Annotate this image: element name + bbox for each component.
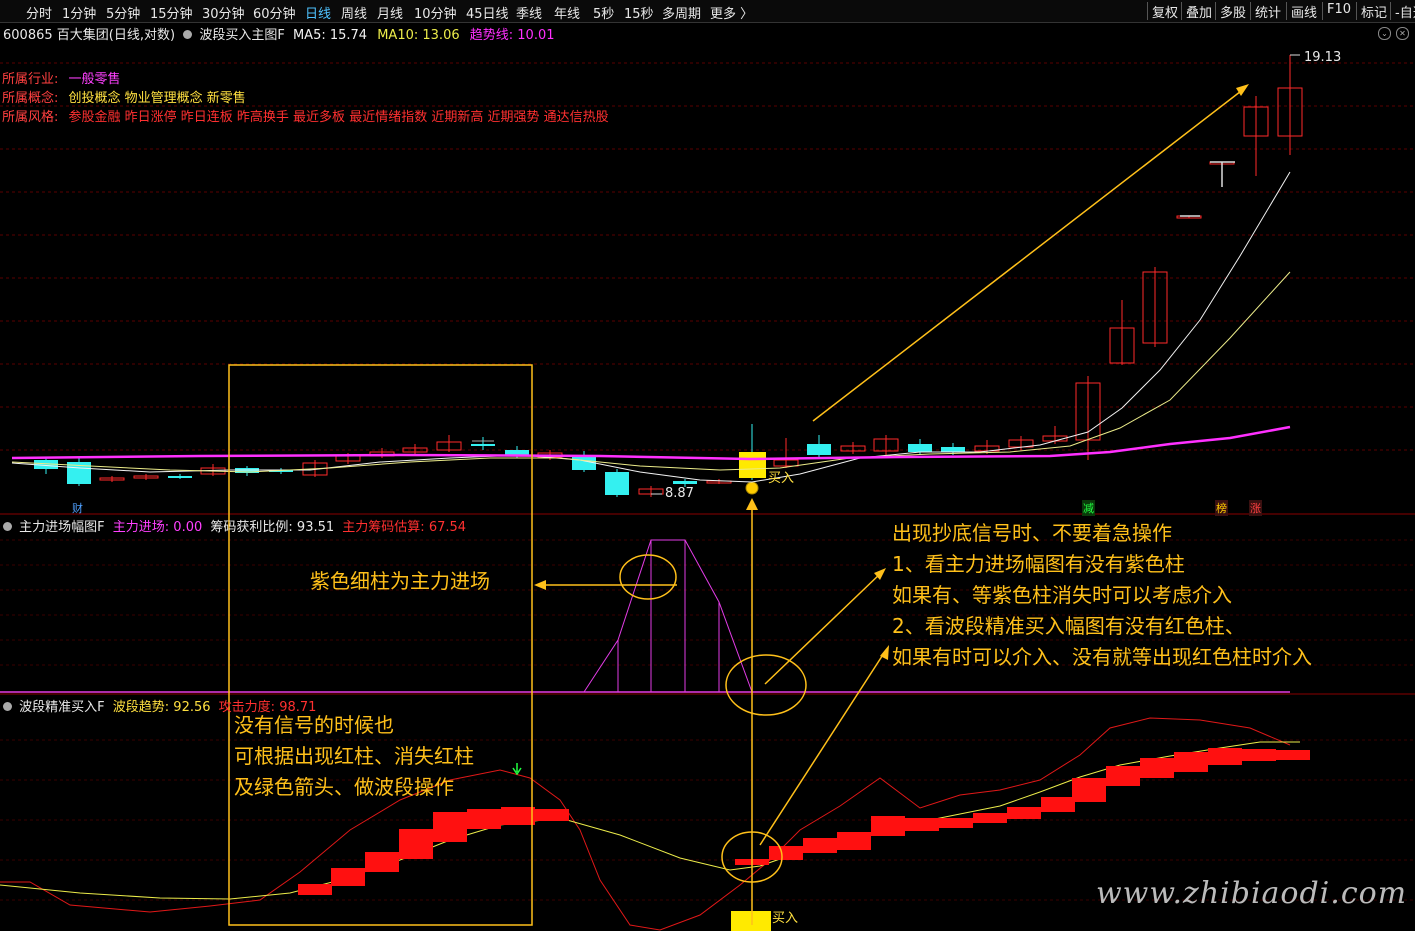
wave-red-bar [1007, 807, 1041, 819]
buy-signal-label: 买入 [768, 471, 795, 486]
annotation-left-line-2: 可根据出现红柱、消失红柱 [234, 744, 474, 768]
panel2-dot-icon[interactable] [3, 522, 12, 531]
wave-red-bar [1140, 758, 1174, 778]
marker-zhang[interactable]: 涨 [1249, 500, 1262, 516]
arrow-head-icon [746, 498, 758, 510]
annotation-right-line-1: 出现抄底信号时、不要着急操作 [892, 521, 1172, 545]
wave-red-bar [803, 838, 837, 853]
candle-down [673, 481, 697, 484]
panel3-trend-label: 波段趋势: [112, 700, 170, 715]
green-arrow-icon [512, 763, 522, 776]
candle-down [168, 476, 192, 478]
buy-signal-bar [739, 452, 766, 478]
panel3-name[interactable]: 波段精准买入F [19, 700, 104, 715]
highlight-ellipse [725, 654, 807, 716]
annotation-left-line-1: 没有信号的时候也 [234, 713, 394, 737]
ma10-line [11, 271, 1291, 473]
wave-red-bar [1208, 748, 1242, 765]
panel2-chip-value: 93.51 [296, 520, 335, 535]
buy-signal-bottom-label: 买入 [772, 911, 799, 926]
wave-red-bar [905, 818, 939, 831]
wave-red-bar [467, 809, 501, 829]
low-price-label: 8.87 [665, 486, 694, 501]
annotation-right-line-5: 如果有时可以介入、没有就等出现红色柱时介入 [892, 645, 1312, 669]
highlight-box [228, 364, 533, 926]
wave-red-bar [1072, 778, 1106, 802]
pointer-arrow [764, 571, 883, 685]
annotation-left-line-3: 及绿色箭头、做波段操作 [234, 775, 454, 799]
highlight-ellipse [619, 554, 677, 600]
wave-red-bar [1242, 749, 1276, 761]
panel2-cost-value: 67.54 [428, 520, 467, 535]
annotation-purple-bar: 紫色细柱为主力进场 [310, 569, 490, 593]
high-price-label: 19.13 [1304, 50, 1342, 65]
annotation-right-block: 出现抄底信号时、不要着急操作 1、看主力进场幅图有没有紫色柱 如果有、等紫色柱消… [892, 518, 1312, 673]
wave-red-bar [973, 813, 1007, 823]
wave-red-bar [939, 818, 973, 828]
buy-bottom-bar [731, 911, 771, 931]
wave-red-bar [1276, 750, 1310, 760]
wave-red-bar [298, 884, 332, 895]
watermark: www.zhibiaodi.com [1096, 876, 1408, 911]
candle-down [807, 444, 831, 455]
panel2-cost-label: 主力筹码估算: [342, 520, 425, 535]
marker-jian[interactable]: 减 [1082, 500, 1095, 516]
trend-line [11, 425, 1291, 461]
annotation-right-line-2: 1、看主力进场幅图有没有紫色柱 [892, 552, 1185, 576]
arrow-head-icon [534, 580, 546, 590]
annotation-right-line-4: 2、看波段精准买入幅图有没有红色柱、 [892, 614, 1245, 638]
panel2-entry-label: 主力进场: [112, 520, 170, 535]
trend-arrow [812, 87, 1246, 422]
annotation-right-line-3: 如果有、等紫色柱消失时可以考虑介入 [892, 583, 1232, 607]
wave-red-bar [769, 846, 803, 860]
wave-red-bar [871, 816, 905, 836]
kline-chart[interactable] [0, 0, 1415, 931]
panel2-entry-value: 0.00 [173, 520, 203, 535]
marker-bang[interactable]: 榜 [1215, 500, 1228, 516]
panel2-header: 主力进场幅图F 主力进场: 0.00 筹码获利比例: 93.51 主力筹码估算:… [3, 516, 466, 535]
panel2-entry-line [583, 539, 753, 693]
annotation-left-block: 没有信号的时候也 可根据出现红柱、消失红柱 及绿色箭头、做波段操作 [234, 710, 474, 803]
wave-red-bar [501, 807, 535, 825]
panel3-trend-value: 92.56 [173, 700, 211, 715]
candle-down [471, 444, 495, 446]
candle-down [908, 444, 932, 452]
wave-red-bar [535, 809, 569, 821]
wave-red-bar [1174, 752, 1208, 772]
panel3-dot-icon[interactable] [3, 702, 12, 711]
wave-red-bar [433, 812, 467, 842]
panel2-chip-label: 筹码获利比例: [210, 520, 293, 535]
wave-red-bar [1041, 797, 1075, 812]
panel2-name[interactable]: 主力进场幅图F [19, 520, 104, 535]
wave-red-bar [837, 832, 871, 850]
wave-red-bar [1106, 766, 1140, 786]
wave-red-bar [399, 829, 433, 859]
marker-cai[interactable]: 财 [72, 500, 83, 516]
wave-red-bar [331, 868, 365, 886]
wave-red-bar [365, 852, 399, 872]
candle-down [941, 447, 965, 452]
buy-coin-icon [745, 481, 759, 495]
candle-down [605, 472, 629, 495]
